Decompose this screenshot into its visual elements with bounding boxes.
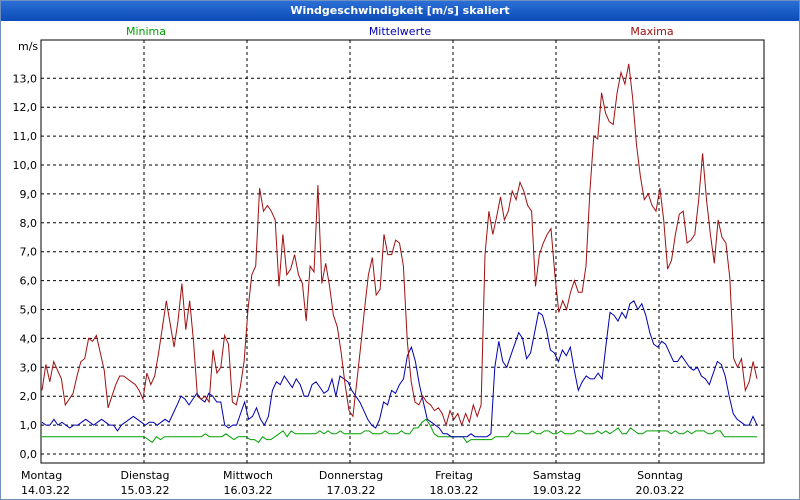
y-tick-label: 7,0 [20,246,38,259]
y-tick-label: 12,0 [13,101,38,114]
x-tick-date: 17.03.22 [327,484,376,497]
series-layer [41,63,758,444]
x-tick-day: Freitag [435,469,473,482]
y-tick-label: 13,0 [13,72,38,85]
y-axis-label: m/s [18,40,38,53]
x-tick-date: 16.03.22 [224,484,273,497]
y-tick-label: 5,0 [20,304,38,317]
line-chart: 0,0 1,0 2,0 3,0 4,0 5,0 6,0 7,0 8,0 9,0 10,0 11,0 12… [13,25,765,497]
legend: Minima Mittelwerte Maxima [126,25,674,38]
y-tick-label: 3,0 [20,361,38,374]
x-tick-day: Mittwoch [223,469,273,482]
grid [41,40,764,463]
y-tick-label: 10,0 [13,159,38,172]
x-tick-day: Donnerstag [319,469,383,482]
x-axis: Montag 14.03.22 Dienstag 15.03.22 Mittwoch 16… [21,469,684,497]
x-tick-date: 18.03.22 [430,484,479,497]
y-tick-label: 4,0 [20,332,38,345]
x-tick-date: 20.03.22 [636,484,685,497]
y-tick-label: 1,0 [20,419,38,432]
y-tick-label: 8,0 [20,217,38,230]
y-tick-label: 2,0 [20,390,38,403]
x-tick-date: 19.03.22 [533,484,582,497]
legend-entry: Maxima [630,25,673,38]
x-tick-day: Sonntag [637,469,683,482]
x-tick-day: Montag [21,469,62,482]
y-tick-label: 0,0 [20,448,38,461]
x-tick-day: Samstag [533,469,581,482]
series-line-mittelwerte [41,300,758,438]
y-tick-label: 9,0 [20,188,38,201]
y-tick-label: 6,0 [20,275,38,288]
legend-entry: Minima [126,25,166,38]
x-tick-date: 15.03.22 [121,484,170,497]
series-line-maxima [41,63,758,427]
y-axis: 0,0 1,0 2,0 3,0 4,0 5,0 6,0 7,0 8,0 9,0 10,0 11,0 12… [13,72,38,461]
x-tick-day: Dienstag [120,469,169,482]
y-tick-label: 11,0 [13,130,38,143]
x-tick-date: 14.03.22 [21,484,70,497]
legend-entry: Mittelwerte [369,25,432,38]
